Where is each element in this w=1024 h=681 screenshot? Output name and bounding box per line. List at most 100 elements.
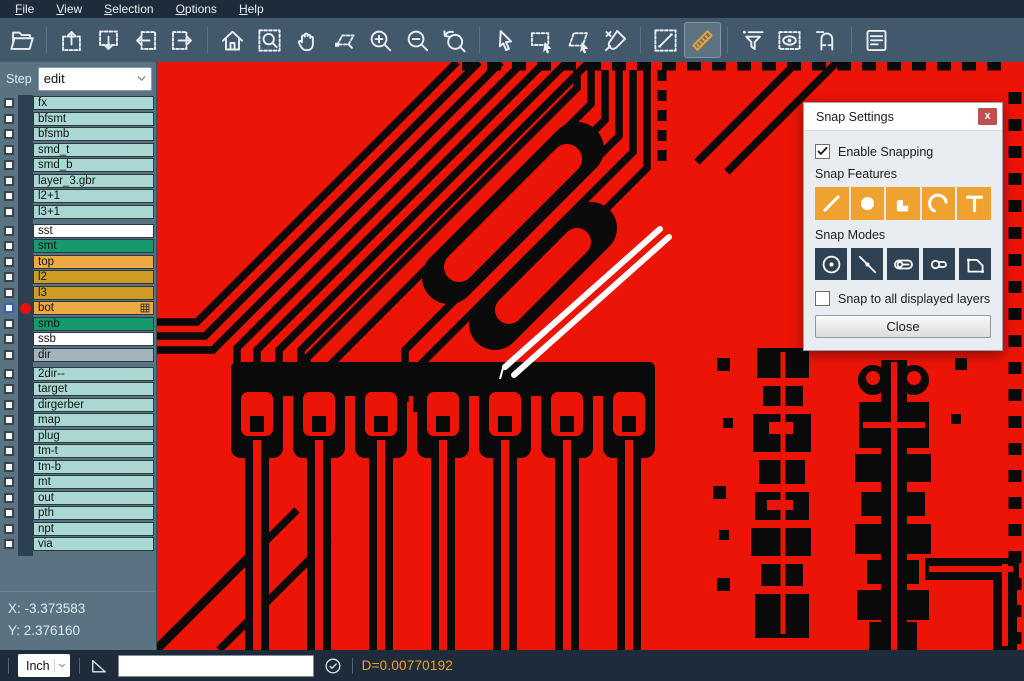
enable-snapping-checkbox[interactable] xyxy=(815,144,830,159)
layer-checkbox[interactable] xyxy=(4,384,14,394)
layer-name[interactable]: map xyxy=(33,413,154,427)
close-button[interactable]: Close xyxy=(815,315,991,338)
layer-name[interactable]: bfsmt xyxy=(33,112,154,126)
zoom-previous-button[interactable] xyxy=(436,22,473,58)
layer-name[interactable]: sst xyxy=(33,224,154,238)
layer-checkbox[interactable] xyxy=(4,524,14,534)
layer-checkbox[interactable] xyxy=(4,160,14,170)
zoom-out-button[interactable] xyxy=(399,22,436,58)
layer-name[interactable]: smb xyxy=(33,317,154,331)
layer-row-l2+1[interactable]: l2+1 xyxy=(0,189,156,203)
layer-checkbox[interactable] xyxy=(4,462,14,472)
layer-row-dirgerber[interactable]: dirgerber xyxy=(0,398,156,412)
layer-checkbox[interactable] xyxy=(4,207,14,217)
zoom-in-button[interactable] xyxy=(362,22,399,58)
layer-checkbox[interactable] xyxy=(4,539,14,549)
unit-select[interactable]: Inch xyxy=(18,654,70,677)
layer-row-pth[interactable]: pth xyxy=(0,506,156,520)
layer-checkbox[interactable] xyxy=(4,241,14,251)
layer-checkbox[interactable] xyxy=(4,98,14,108)
enable-snapping-row[interactable]: Enable Snapping xyxy=(815,144,991,159)
layer-name[interactable]: pth xyxy=(33,506,154,520)
layer-name[interactable]: dirgerber xyxy=(33,398,154,412)
snap-line-button[interactable] xyxy=(815,187,849,220)
dialog-title-bar[interactable]: Snap Settings x xyxy=(804,103,1002,131)
menu-help[interactable]: Help xyxy=(228,0,275,18)
layer-checkbox[interactable] xyxy=(4,400,14,410)
layer-row-tm-b[interactable]: tm-b xyxy=(0,460,156,474)
layer-name[interactable]: l3+1 xyxy=(33,205,154,219)
layer-checkbox[interactable] xyxy=(4,334,14,344)
layer-checkbox[interactable] xyxy=(4,369,14,379)
move-down-button[interactable] xyxy=(90,22,127,58)
layer-row-out[interactable]: out xyxy=(0,491,156,505)
view-options-button[interactable] xyxy=(771,22,808,58)
layer-row-l3+1[interactable]: l3+1 xyxy=(0,205,156,219)
layer-checkbox[interactable] xyxy=(4,191,14,201)
layer-name[interactable]: out xyxy=(33,491,154,505)
layer-checkbox[interactable] xyxy=(4,493,14,503)
all-layers-checkbox[interactable] xyxy=(815,291,830,306)
layer-checkbox[interactable] xyxy=(4,129,14,139)
zoom-region-button[interactable] xyxy=(251,22,288,58)
move-up-button[interactable] xyxy=(53,22,90,58)
layer-name[interactable]: target xyxy=(33,382,154,396)
layer-checkbox[interactable] xyxy=(4,350,14,360)
layer-row-bfsmb[interactable]: bfsmb xyxy=(0,127,156,141)
layer-checkbox[interactable] xyxy=(4,508,14,518)
layer-name[interactable]: via xyxy=(33,537,154,551)
layer-row-l2[interactable]: l2 xyxy=(0,270,156,284)
layer-row-bfsmt[interactable]: bfsmt xyxy=(0,112,156,126)
layer-row-map[interactable]: map xyxy=(0,413,156,427)
open-file-button[interactable] xyxy=(3,22,40,58)
select-cursor-button[interactable] xyxy=(486,22,523,58)
layer-name[interactable]: fx xyxy=(33,96,154,110)
layer-checkbox[interactable] xyxy=(4,303,14,313)
snap-center-button[interactable] xyxy=(815,248,847,280)
step-select[interactable]: edit xyxy=(38,67,152,91)
measure-points-button[interactable] xyxy=(647,22,684,58)
layer-row-l3[interactable]: l3 xyxy=(0,286,156,300)
pan-button[interactable] xyxy=(288,22,325,58)
layer-row-smt[interactable]: smt xyxy=(0,239,156,253)
layer-checkbox[interactable] xyxy=(4,226,14,236)
layer-name[interactable]: l2+1 xyxy=(33,189,154,203)
layer-name[interactable]: smd_t xyxy=(33,143,154,157)
filter-button[interactable] xyxy=(734,22,771,58)
select-rectangle-button[interactable] xyxy=(523,22,560,58)
layer-row-plug[interactable]: plug xyxy=(0,429,156,443)
layer-name[interactable]: l3 xyxy=(33,286,154,300)
layer-name[interactable]: bfsmb xyxy=(33,127,154,141)
layer-checkbox[interactable] xyxy=(4,415,14,425)
layer-checkbox[interactable] xyxy=(4,272,14,282)
menu-selection[interactable]: Selection xyxy=(93,0,164,18)
layer-name[interactable]: smd_b xyxy=(33,158,154,172)
clear-selection-button[interactable] xyxy=(597,22,634,58)
layer-checkbox[interactable] xyxy=(4,257,14,267)
layer-checkbox[interactable] xyxy=(4,477,14,487)
zoom-window-button[interactable] xyxy=(325,22,362,58)
menu-view[interactable]: View xyxy=(45,0,93,18)
layer-row-smb[interactable]: smb xyxy=(0,317,156,331)
move-right-button[interactable] xyxy=(164,22,201,58)
layer-row-npt[interactable]: npt xyxy=(0,522,156,536)
layer-name[interactable]: l2 xyxy=(33,270,154,284)
command-input[interactable] xyxy=(118,655,314,677)
move-left-button[interactable] xyxy=(127,22,164,58)
snap-on-line-button[interactable] xyxy=(851,248,883,280)
layer-name[interactable]: plug xyxy=(33,429,154,443)
layer-row-top[interactable]: top xyxy=(0,255,156,269)
layer-checkbox[interactable] xyxy=(4,446,14,456)
layer-name[interactable]: dir xyxy=(33,348,154,362)
snap-keyhole-button[interactable] xyxy=(923,248,955,280)
snap-pad-button[interactable] xyxy=(851,187,885,220)
apply-check-icon[interactable] xyxy=(323,656,343,676)
snap-text-button[interactable] xyxy=(957,187,991,220)
menu-file[interactable]: File xyxy=(4,0,45,18)
layer-row-target[interactable]: target xyxy=(0,382,156,396)
layer-row-smd_b[interactable]: smd_b xyxy=(0,158,156,172)
layer-name[interactable]: smt xyxy=(33,239,154,253)
layer-checkbox[interactable] xyxy=(4,114,14,124)
snap-surface-button[interactable] xyxy=(886,187,920,220)
layer-checkbox[interactable] xyxy=(4,145,14,155)
